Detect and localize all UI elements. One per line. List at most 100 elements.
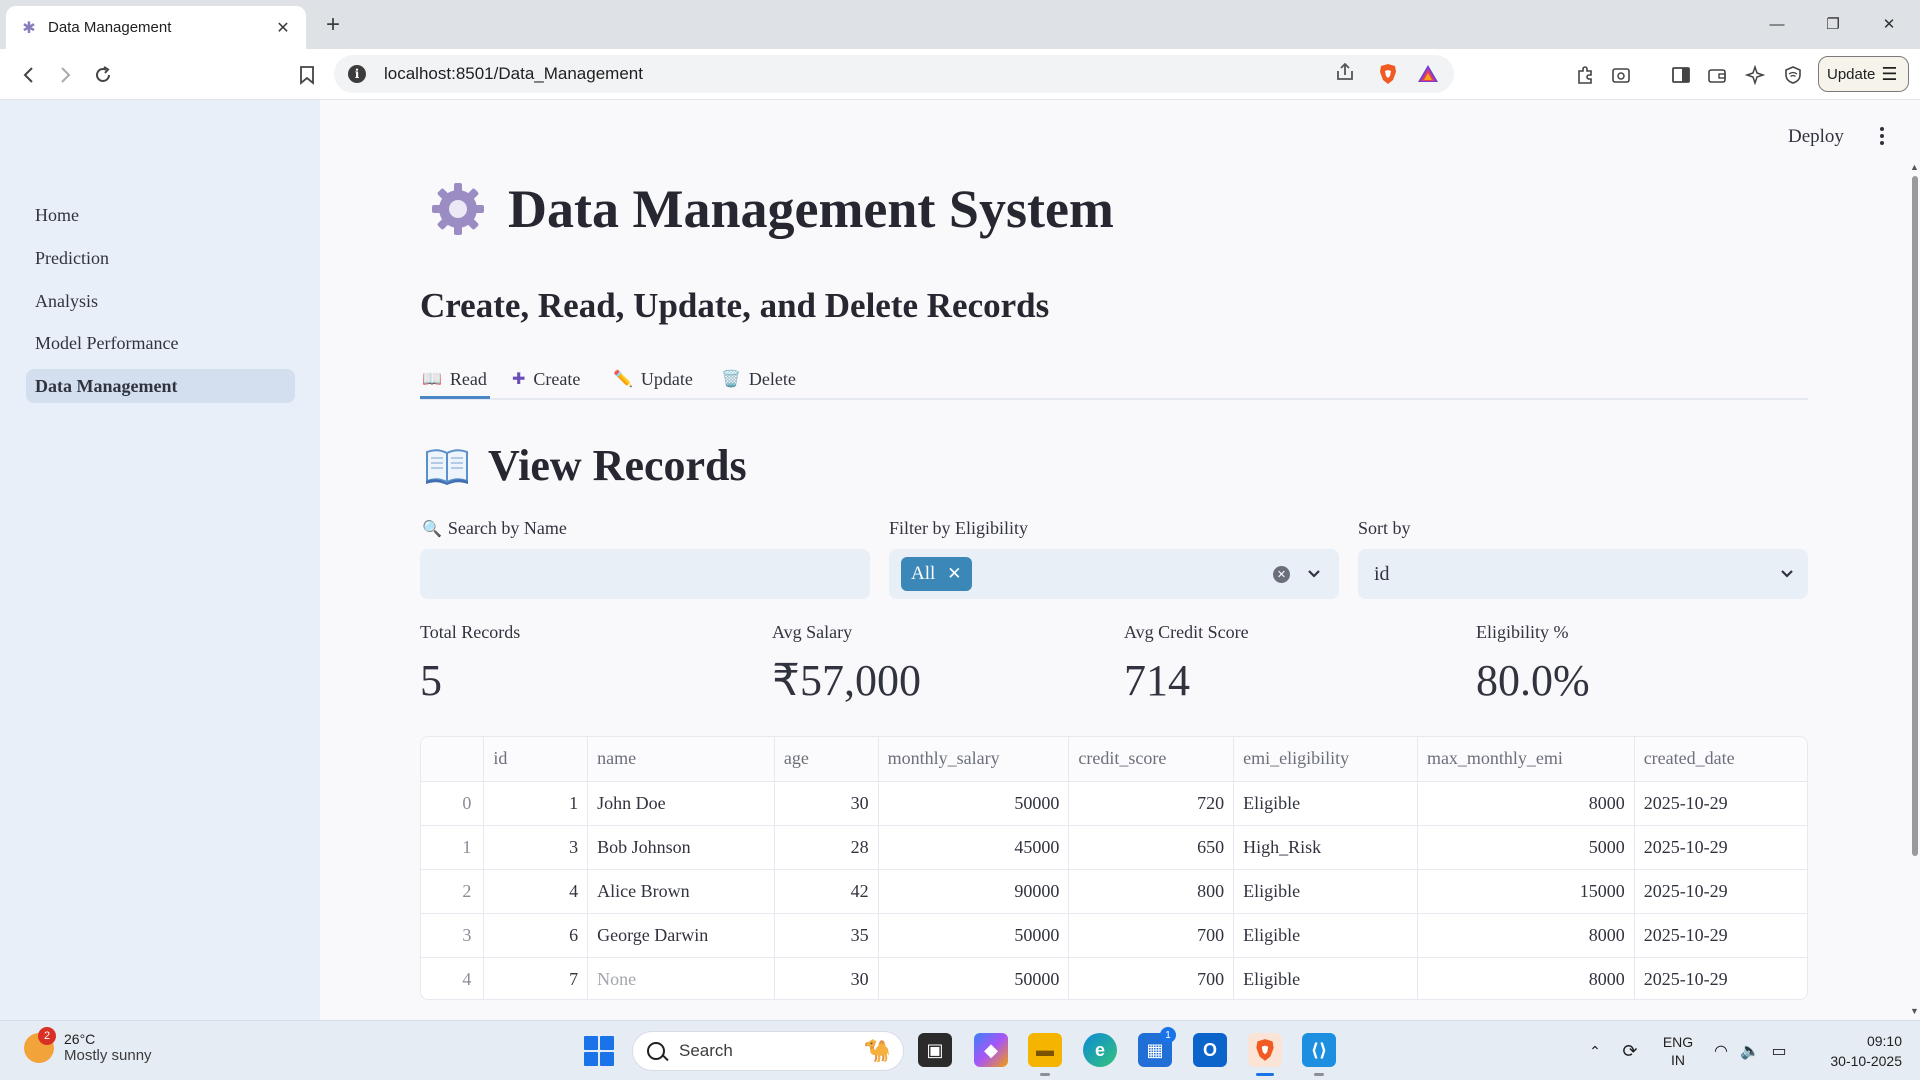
weather-widget[interactable]: 2 26°C Mostly sunny — [24, 1026, 152, 1064]
tab-update[interactable]: ✏️ Update — [613, 358, 693, 400]
deploy-button[interactable]: Deploy — [1788, 126, 1844, 148]
table-cell[interactable]: 700 — [1068, 957, 1235, 999]
table-row[interactable]: 2 4 Alice Brown 42 90000 800 Eligible 15000 2025… — [421, 869, 1807, 914]
sidebar-toggle-icon[interactable] — [1666, 60, 1696, 90]
table-cell[interactable]: 30 — [774, 781, 879, 826]
brave-rewards-icon[interactable] — [1416, 62, 1440, 86]
vpn-shield-icon[interactable] — [1778, 60, 1808, 90]
extensions-icon[interactable] — [1570, 60, 1600, 90]
table-cell[interactable]: 35 — [774, 913, 879, 958]
table-cell[interactable]: 8000 — [1417, 957, 1635, 999]
clock[interactable]: 09:10 30-10-2025 — [1818, 1031, 1902, 1071]
clear-all-icon[interactable]: ✕ — [1273, 566, 1290, 583]
table-cell[interactable]: 45000 — [878, 825, 1070, 870]
table-cell[interactable]: 2025-10-29 — [1634, 913, 1807, 958]
table-cell[interactable]: 2025-10-29 — [1634, 957, 1807, 999]
table-cell[interactable]: 1 — [483, 781, 589, 826]
column-header[interactable]: name — [587, 737, 775, 782]
table-row[interactable]: 0 1 John Doe 30 50000 720 Eligible 8000 2025-10-… — [421, 781, 1807, 826]
forward-icon[interactable] — [50, 60, 80, 90]
taskbar-search[interactable]: Search 🐪 — [632, 1031, 904, 1071]
tab-delete[interactable]: 🗑️ Delete — [721, 358, 796, 400]
table-cell[interactable]: Eligible — [1233, 781, 1418, 826]
table-row[interactable]: 4 7 None 30 50000 700 Eligible 8000 2025-10-29 — [421, 957, 1807, 999]
bookmark-icon[interactable] — [292, 60, 322, 90]
chevron-down-icon[interactable] — [1305, 565, 1323, 583]
table-cell[interactable]: 650 — [1068, 825, 1235, 870]
table-row[interactable]: 1 3 Bob Johnson 28 45000 650 High_Risk 5000 2025… — [421, 825, 1807, 870]
table-cell[interactable]: None — [587, 957, 775, 999]
minimize-icon[interactable]: — — [1754, 12, 1800, 36]
table-cell[interactable]: Bob Johnson — [587, 825, 775, 870]
address-bar[interactable]: i localhost:8501/Data_Management — [334, 55, 1454, 93]
restore-icon[interactable]: ❐ — [1810, 12, 1856, 36]
site-info-icon[interactable]: i — [348, 65, 366, 83]
volume-icon[interactable]: 🔈 — [1736, 1041, 1764, 1061]
column-header[interactable]: created_date — [1634, 737, 1807, 782]
records-table[interactable]: id name age monthly_salary credit_score emi_e… — [420, 736, 1808, 1000]
table-cell[interactable]: 90000 — [878, 869, 1070, 914]
reload-icon[interactable] — [88, 60, 118, 90]
more-menu-icon[interactable] — [1876, 124, 1888, 148]
tab-create[interactable]: ✚ Create — [512, 358, 580, 400]
table-cell[interactable]: 700 — [1068, 913, 1235, 958]
table-cell[interactable]: 2025-10-29 — [1634, 825, 1807, 870]
update-button[interactable]: Update ☰ — [1818, 56, 1909, 92]
outlook-icon[interactable]: O — [1193, 1033, 1227, 1067]
file-explorer-icon[interactable]: ▬ — [1028, 1033, 1062, 1067]
table-cell[interactable]: 5000 — [1417, 825, 1635, 870]
chip-remove-icon[interactable]: ✕ — [947, 564, 961, 584]
table-cell[interactable]: High_Risk — [1233, 825, 1418, 870]
table-cell[interactable]: 3 — [483, 825, 589, 870]
scroll-up-icon[interactable]: ▲ — [1910, 162, 1919, 172]
edge-icon[interactable]: e — [1083, 1033, 1117, 1067]
table-cell[interactable]: Eligible — [1233, 957, 1418, 999]
column-header[interactable] — [421, 737, 485, 782]
close-tab-icon[interactable]: ✕ — [272, 18, 294, 38]
column-header[interactable]: age — [774, 737, 879, 782]
table-cell[interactable]: Alice Brown — [587, 869, 775, 914]
sidebar-item-model-performance[interactable]: Model Performance — [26, 326, 295, 360]
browser-tab[interactable]: ✱ Data Management ✕ — [6, 6, 306, 49]
table-cell[interactable]: 15000 — [1417, 869, 1635, 914]
table-cell[interactable]: 4 — [483, 869, 589, 914]
wallet-icon[interactable] — [1702, 60, 1732, 90]
table-cell[interactable]: 42 — [774, 869, 879, 914]
tab-search-icon[interactable] — [1606, 60, 1636, 90]
tab-read[interactable]: 📖 Read — [422, 358, 487, 400]
leo-ai-icon[interactable] — [1740, 60, 1770, 90]
share-icon[interactable] — [1330, 62, 1360, 87]
sidebar-item-analysis[interactable]: Analysis — [26, 284, 295, 318]
column-header[interactable]: credit_score — [1068, 737, 1235, 782]
new-tab-button[interactable]: + — [318, 10, 348, 40]
vscode-icon[interactable]: ⟨⟩ — [1302, 1033, 1336, 1067]
table-cell[interactable]: 50000 — [878, 957, 1070, 999]
back-icon[interactable] — [14, 60, 44, 90]
scrollbar-thumb[interactable] — [1912, 176, 1918, 856]
column-header[interactable]: monthly_salary — [878, 737, 1070, 782]
table-cell[interactable]: 30 — [774, 957, 879, 999]
table-cell[interactable]: 720 — [1068, 781, 1235, 826]
column-header[interactable]: id — [483, 737, 589, 782]
windows-start-icon[interactable] — [584, 1036, 614, 1066]
column-header[interactable]: emi_eligibility — [1233, 737, 1418, 782]
scroll-down-icon[interactable]: ▼ — [1910, 1006, 1919, 1016]
table-cell[interactable]: 50000 — [878, 781, 1070, 826]
column-header[interactable]: max_monthly_emi — [1417, 737, 1635, 782]
table-cell[interactable]: 8000 — [1417, 913, 1635, 958]
wifi-icon[interactable]: ◠ — [1706, 1041, 1736, 1061]
sort-select[interactable]: id — [1358, 549, 1808, 599]
eligibility-multiselect[interactable]: All ✕ ✕ — [889, 549, 1339, 599]
brave-shields-icon[interactable] — [1376, 62, 1400, 86]
eligibility-chip[interactable]: All ✕ — [901, 557, 972, 591]
sync-icon[interactable]: ⟳ — [1610, 1041, 1650, 1062]
table-cell[interactable]: 7 — [483, 957, 589, 999]
language-indicator[interactable]: ENG IN — [1650, 1033, 1706, 1069]
sidebar-item-prediction[interactable]: Prediction — [26, 241, 295, 275]
table-row[interactable]: 3 6 George Darwin 35 50000 700 Eligible 8000 202… — [421, 913, 1807, 958]
table-cell[interactable]: 800 — [1068, 869, 1235, 914]
sidebar-item-home[interactable]: Home — [26, 198, 295, 232]
search-input[interactable] — [420, 549, 870, 599]
table-cell[interactable]: Eligible — [1233, 869, 1418, 914]
table-cell[interactable]: Eligible — [1233, 913, 1418, 958]
